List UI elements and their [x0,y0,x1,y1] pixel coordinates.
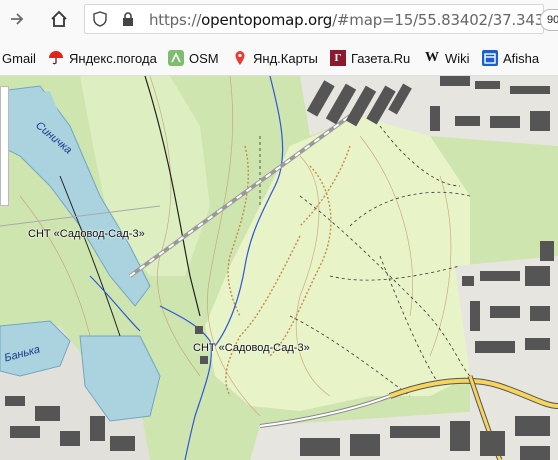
map-canvas[interactable] [0,76,558,460]
url-text: https://opentopomap.org/#map=15/55.83402… [149,11,558,29]
map-zoom-control[interactable] [0,86,9,206]
home-button[interactable] [46,6,72,32]
url-scheme: https:// [149,11,202,29]
bookmark-label: Янд.Карты [253,50,318,66]
bookmark-wiki[interactable]: W Wiki [424,48,470,68]
forward-button[interactable] [4,6,30,32]
bookmark-yandex-weather[interactable]: Яндекс.погода [48,48,157,68]
bookmark-gazeta[interactable]: Г Газета.Ru [330,48,410,68]
osm-icon [168,50,184,66]
afisha-icon [482,50,498,66]
bookmark-label: Gmail [2,50,36,66]
bookmark-afisha[interactable]: Afisha [482,48,539,68]
bookmark-label: Яндекс.погода [69,50,157,66]
bookmark-gmail[interactable]: Gmail [2,48,36,68]
settlement-label-1: СНТ «Садовод-Сад-3» [28,228,145,240]
bookmark-label: Wiki [445,50,470,66]
umbrella-icon [48,50,64,66]
home-icon [51,10,67,27]
bookmark-label: Газета.Ru [351,50,411,66]
address-bar[interactable]: https://opentopomap.org/#map=15/55.83402… [84,4,558,34]
bookmark-osm[interactable]: OSM [168,48,219,68]
lock-icon [123,12,133,26]
bookmark-label: OSM [189,50,219,66]
bookmark-label: Afisha [503,50,540,66]
settlement-label-2: СНТ «Садовод-Сад-3» [193,342,310,354]
bookmarks-bar: Gmail Яндекс.погода OSM Янд.Карты Г Газе… [0,38,558,76]
browser-toolbar: https://opentopomap.org/#map=15/55.83402… [0,0,558,38]
arrow-right-icon [11,13,24,25]
shield-icon [93,11,107,27]
wikipedia-icon: W [425,50,439,65]
url-host: opentopomap.org [201,11,333,29]
map-pin-icon [232,50,248,66]
bookmark-yandex-maps[interactable]: Янд.Карты [232,48,318,68]
gazeta-icon: Г [330,50,346,66]
topographic-map[interactable]: Синичка Банька СНТ «Садовод-Сад-3» СНТ «… [0,76,558,460]
url-path: /#map=15/55.83402/37.34360 [332,11,558,29]
zoom-level-badge[interactable]: 90% [540,9,558,31]
